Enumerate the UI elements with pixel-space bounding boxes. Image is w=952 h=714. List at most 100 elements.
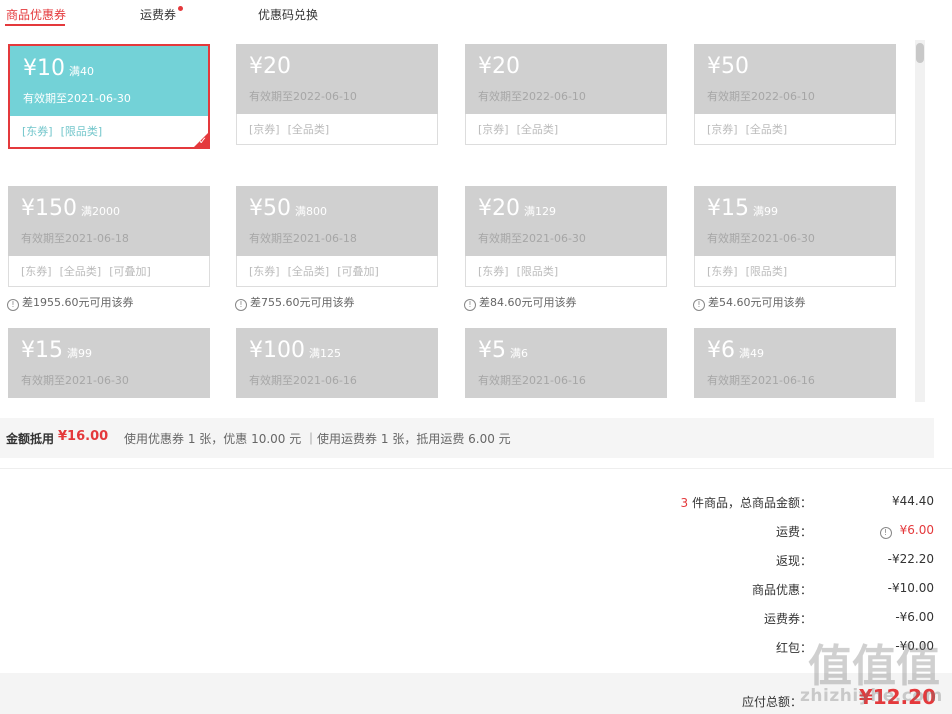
coupon-card[interactable]: ¥15 满99 有效期至2021-06-30	[8, 324, 210, 398]
watermark-url: zhizhiyhe.com	[800, 686, 943, 706]
coupon-amount: ¥15 满99	[707, 196, 778, 221]
coupon-tags: [东券] [限品类]	[694, 256, 896, 287]
coupon-edge	[694, 324, 896, 330]
total-row-value: ! ¥6.00	[879, 523, 934, 539]
coupon-tag: [全品类]	[287, 265, 330, 278]
coupon-tag: [京券]	[707, 123, 738, 136]
total-row-value: -¥6.00	[895, 610, 934, 624]
coupon-threshold: 满129	[524, 205, 556, 218]
coupon-amount: ¥100 满125	[249, 338, 341, 363]
coupon-card[interactable]: ¥6 满49 有效期至2021-06-16	[694, 324, 896, 398]
coupon-face: ¥5 满6 有效期至2021-06-16	[465, 324, 667, 398]
coupon-scrollbar[interactable]	[915, 40, 925, 402]
coupon-face: ¥15 满99 有效期至2021-06-30	[8, 324, 210, 398]
coupon-tag: [可叠加]	[337, 265, 379, 278]
items-value: ¥44.40	[892, 494, 934, 508]
coupon-threshold: 满800	[295, 205, 327, 218]
coupon-amount: ¥50 满800	[249, 196, 327, 221]
total-row-label: 红包：	[775, 641, 812, 655]
total-row: 商品优惠： -¥10.00	[0, 581, 952, 601]
info-icon: !	[464, 299, 476, 311]
coupon-tag: [京券]	[478, 123, 509, 136]
coupon-tag: [可叠加]	[109, 265, 151, 278]
coupon-tags: [东券] [全品类] [可叠加]	[8, 256, 210, 287]
scrollbar-thumb[interactable]	[916, 43, 924, 63]
coupon-tag: [全品类]	[287, 123, 330, 136]
coupon-amount: ¥5 满6	[478, 338, 528, 363]
coupon-face: ¥20 有效期至2022-06-10	[465, 44, 667, 114]
coupon-expiry: 有效期至2022-06-10	[478, 90, 586, 103]
coupon-tag: [京券]	[249, 123, 280, 136]
coupon-face: ¥50 满800 有效期至2021-06-18	[236, 182, 438, 256]
discount-amount: ¥16.00	[58, 429, 109, 444]
coupon-amount: ¥15 满99	[21, 338, 92, 363]
coupon-tags: [东券] [全品类] [可叠加]	[236, 256, 438, 287]
coupon-card[interactable]: ¥5 满6 有效期至2021-06-16	[465, 324, 667, 398]
coupon-tags: [京券] [全品类]	[465, 114, 667, 145]
coupon-hint: ! 差755.60元可用该券	[235, 294, 355, 311]
coupon-tags: [东券] [限品类]	[10, 116, 208, 147]
coupon-hint: ! 差1955.60元可用该券	[7, 294, 134, 311]
tab-product-coupons[interactable]: 商品优惠券	[6, 6, 66, 23]
payable-label: 应付总额：	[741, 695, 802, 709]
coupon-card[interactable]: ¥15 满99 有效期至2021-06-30 [东券] [限品类]	[694, 182, 896, 287]
coupon-tabs: 商品优惠券 运费券 优惠码兑换	[0, 0, 952, 30]
tab-shipping-coupons[interactable]: 运费券	[140, 6, 176, 23]
coupon-card[interactable]: ¥100 满125 有效期至2021-06-16	[236, 324, 438, 398]
divider	[0, 468, 952, 469]
coupon-card[interactable]: ¥50 满800 有效期至2021-06-18 [东券] [全品类] [可叠加]	[236, 182, 438, 287]
coupon-expiry: 有效期至2021-06-30	[21, 374, 129, 387]
coupon-face: ¥150 满2000 有效期至2021-06-18	[8, 182, 210, 256]
coupon-tag: [东券]	[249, 265, 280, 278]
coupon-tag: [全品类]	[59, 265, 102, 278]
coupon-threshold: 满49	[739, 347, 764, 360]
coupon-expiry: 有效期至2021-06-18	[249, 232, 357, 245]
coupon-tag: [东券]	[707, 265, 738, 278]
total-row-label: 运费：	[775, 525, 812, 539]
coupon-expiry: 有效期至2021-06-30	[23, 92, 131, 105]
coupon-hint: ! 差84.60元可用该券	[464, 294, 577, 311]
coupon-card[interactable]: ¥10 满40 有效期至2021-06-30 [东券] [限品类] ✓	[8, 44, 210, 149]
coupon-card[interactable]: ¥50 有效期至2022-06-10 [京券] [全品类]	[694, 44, 896, 145]
total-items-row: 3 件商品，总商品金额： ¥44.40	[0, 494, 952, 514]
coupon-hint: ! 差54.60元可用该券	[693, 294, 806, 311]
coupon-amount: ¥20	[249, 54, 291, 79]
info-icon[interactable]: !	[879, 527, 892, 539]
coupon-expiry: 有效期至2022-06-10	[249, 90, 357, 103]
coupon-expiry: 有效期至2021-06-30	[478, 232, 586, 245]
total-row-label: 商品优惠：	[751, 583, 812, 597]
coupon-card[interactable]: ¥150 满2000 有效期至2021-06-18 [东券] [全品类] [可叠加]	[8, 182, 210, 287]
coupon-amount: ¥6 满49	[707, 338, 764, 363]
coupon-card[interactable]: ¥20 有效期至2022-06-10 [京券] [全品类]	[236, 44, 438, 145]
items-label: 件商品，总商品金额：	[688, 496, 812, 510]
coupon-amount: ¥20 满129	[478, 196, 556, 221]
discount-summary: 金额抵用 ¥16.00 使用优惠券 1 张，优惠 10.00 元 ｜使用运费券 …	[0, 418, 934, 458]
coupon-edge	[8, 182, 210, 188]
check-icon: ✓	[198, 136, 207, 147]
active-tab-underline	[5, 24, 65, 26]
coupon-expiry: 有效期至2021-06-30	[707, 232, 815, 245]
discount-description: 使用优惠券 1 张，优惠 10.00 元 ｜使用运费券 1 张，抵用运费 6.0…	[124, 432, 511, 446]
coupon-tag: [东券]	[22, 125, 53, 138]
coupon-tag: [限品类]	[516, 265, 559, 278]
coupon-grid: ¥10 满40 有效期至2021-06-30 [东券] [限品类] ✓ ¥20 有效期至202…	[0, 34, 934, 406]
notification-dot	[178, 6, 183, 11]
info-icon: !	[693, 299, 705, 311]
coupon-face: ¥50 有效期至2022-06-10	[694, 44, 896, 114]
coupon-card[interactable]: ¥20 满129 有效期至2021-06-30 [东券] [限品类]	[465, 182, 667, 287]
total-row-value: -¥22.20	[887, 552, 934, 566]
coupon-amount: ¥20	[478, 54, 520, 79]
coupon-expiry: 有效期至2022-06-10	[707, 90, 815, 103]
watermark-logo: 值值值 zhizhiyhe.com	[800, 630, 948, 710]
coupon-threshold: 满99	[753, 205, 778, 218]
tab-code-redeem[interactable]: 优惠码兑换	[258, 6, 318, 23]
coupon-edge	[236, 182, 438, 188]
coupon-amount: ¥150 满2000	[21, 196, 120, 221]
coupon-card[interactable]: ¥20 有效期至2022-06-10 [京券] [全品类]	[465, 44, 667, 145]
discount-label: 金额抵用	[6, 432, 55, 446]
coupon-expiry: 有效期至2021-06-18	[21, 232, 129, 245]
coupon-face: ¥15 满99 有效期至2021-06-30	[694, 182, 896, 256]
coupon-amount: ¥10 满40	[23, 56, 94, 81]
coupon-threshold: 满6	[510, 347, 528, 360]
coupon-face: ¥20 满129 有效期至2021-06-30	[465, 182, 667, 256]
